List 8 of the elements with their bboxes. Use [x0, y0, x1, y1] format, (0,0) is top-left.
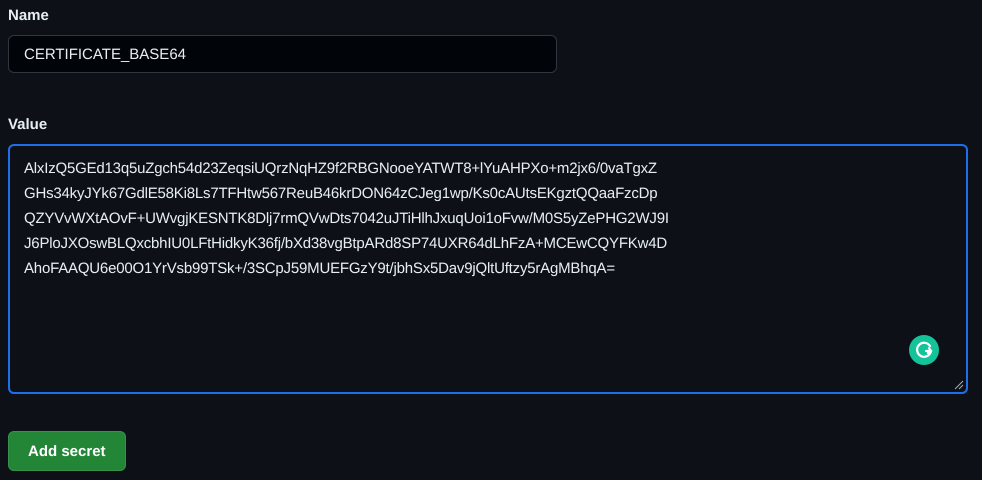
field-label: Value [8, 115, 48, 135]
field-label: Name [8, 6, 49, 26]
grammar-check-icon[interactable] [909, 335, 939, 365]
value-field[interactable] [8, 144, 968, 394]
resize-grip-icon[interactable] [954, 380, 964, 390]
add-secret-button[interactable]: Add secret [8, 431, 126, 471]
value-text: AlxIzQ5GEd13q5uZgch54d23ZeqsiUQrzNqHZ9f2RBGNooeYATWT8+lYuAHPXo+m2jx6/0vaTgxZ GHs34kyJYk67GdlE58Ki8Ls7TFHtw567ReuB46krDON64zCJeg1wp/Ks0cAUtsEKgztQQaaFzcDp QZYVvWXtAOvF+UWvgjKESNTK8Dlj7rmQVwDts7042uJTiHlhJxuqUoi1oFvw/M0S5yZePHG2WJ9I J6PloJXOswBLQxcbhIU0LFtHidkyK36fj/bXd38vgBtpARd8SP74UXR64dLhFzA+MCEwCQYFKw4D AhoFAAQU6e00O1YrVsb99TSk+/3SCpJ59MUEFGzY9t/jbhSx5Dav9jQltUftzy5rAgMBhqA= [24, 159, 669, 279]
name-field[interactable]: CERTIFICATE_BASE64 [8, 35, 557, 73]
